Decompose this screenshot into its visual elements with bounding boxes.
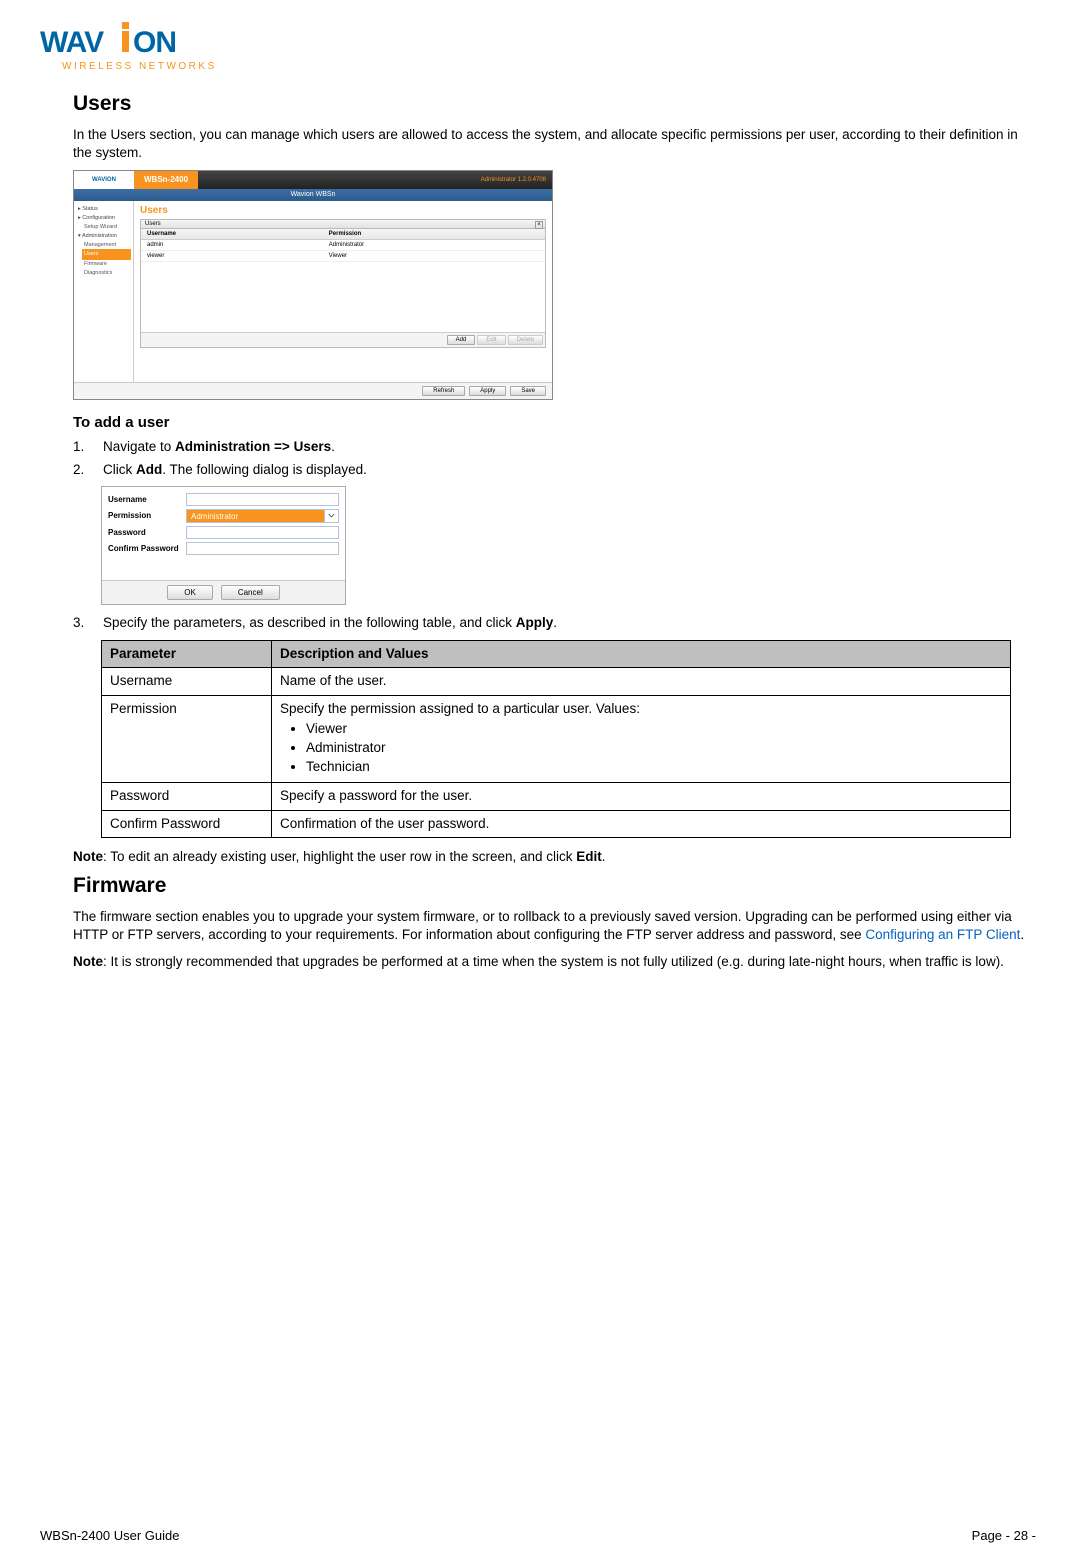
- sidebar-item-status[interactable]: ▸ Status: [76, 205, 131, 214]
- footer-right: Page - 28 -: [972, 1528, 1036, 1543]
- sidebar-item-config[interactable]: ▸ Configuration: [76, 214, 131, 223]
- permission-value: Administrator: [187, 510, 324, 522]
- edit-button[interactable]: Edit: [477, 335, 505, 345]
- permission-label: Permission: [108, 511, 186, 520]
- sidebar-item-firmware[interactable]: Firmware: [76, 260, 131, 269]
- password-input[interactable]: [186, 526, 339, 539]
- confirm-password-input[interactable]: [186, 542, 339, 555]
- col-header-username: Username: [141, 229, 323, 239]
- col-header-permission: Permission: [323, 229, 545, 239]
- sidebar-item-setupwizard[interactable]: Setup Wizard: [76, 223, 131, 232]
- th-parameter: Parameter: [102, 641, 272, 668]
- users-intro: In the Users section, you can manage whi…: [73, 126, 1036, 162]
- table-row: Confirm Password Confirmation of the use…: [102, 810, 1011, 837]
- step-3: 3.Specify the parameters, as described i…: [73, 613, 1036, 633]
- table-row[interactable]: admin Administrator: [141, 240, 545, 251]
- username-label: Username: [108, 495, 186, 504]
- username-input[interactable]: [186, 493, 339, 506]
- add-user-heading: To add a user: [73, 414, 1036, 431]
- firmware-heading: Firmware: [73, 874, 1036, 898]
- confirm-password-label: Confirm Password: [108, 544, 186, 553]
- table-row[interactable]: viewer Viewer: [141, 251, 545, 262]
- paneltab-label: Users: [145, 221, 161, 227]
- ftp-link[interactable]: Configuring an FTP Client: [865, 927, 1020, 942]
- table-row: Username Name of the user.: [102, 668, 1011, 695]
- svg-text:ON: ON: [133, 26, 176, 59]
- shot1-logo: WAVION: [74, 171, 134, 189]
- panel-title: Users: [140, 205, 546, 216]
- firmware-body: The firmware section enables you to upgr…: [73, 908, 1036, 944]
- parameter-table: Parameter Description and Values Usernam…: [101, 640, 1011, 838]
- password-label: Password: [108, 528, 186, 537]
- sidebar-item-management[interactable]: Management: [76, 241, 131, 250]
- footer-left: WBSn-2400 User Guide: [40, 1528, 179, 1543]
- table-row: Password Specify a password for the user…: [102, 783, 1011, 810]
- ok-button[interactable]: OK: [167, 585, 213, 600]
- users-heading: Users: [73, 92, 1036, 116]
- step-2: 2.Click Add. The following dialog is dis…: [73, 460, 1036, 480]
- shot1-sidebar: ▸ Status ▸ Configuration Setup Wizard ▾ …: [74, 201, 134, 399]
- cancel-button[interactable]: Cancel: [221, 585, 280, 600]
- permission-select[interactable]: Administrator: [186, 509, 339, 523]
- close-icon[interactable]: ×: [535, 221, 543, 229]
- chevron-down-icon: [324, 510, 338, 522]
- sidebar-item-diagnostics[interactable]: Diagnostics: [76, 269, 131, 278]
- brand-logo: WAV ON WIRELESS NETWORKS: [40, 22, 1036, 78]
- delete-button[interactable]: Delete: [508, 335, 543, 345]
- svg-text:WIRELESS NETWORKS: WIRELESS NETWORKS: [62, 61, 217, 72]
- add-user-dialog: Username Permission Administrator Passwo…: [101, 486, 346, 605]
- users-screenshot: WAVION WBSn-2400 Administrator 1.2.0.470…: [73, 170, 553, 400]
- table-row: Permission Specify the permission assign…: [102, 695, 1011, 783]
- step-1: 1.Navigate to Administration => Users.: [73, 437, 1036, 457]
- sidebar-item-users[interactable]: Users: [82, 249, 131, 260]
- add-button[interactable]: Add: [447, 335, 476, 345]
- shot1-titlebar: Wavion WBSn: [74, 189, 552, 201]
- shot1-admininfo: Administrator 1.2.0.4708: [481, 177, 552, 183]
- refresh-button[interactable]: Refresh: [422, 386, 465, 396]
- note-firmware: Note: It is strongly recommended that up…: [73, 953, 1036, 971]
- shot1-breadcrumb: WBSn-2400: [134, 171, 198, 189]
- sidebar-item-admin[interactable]: ▾ Administration: [76, 232, 131, 241]
- apply-button[interactable]: Apply: [469, 386, 506, 396]
- th-description: Description and Values: [272, 641, 1011, 668]
- note-edit: Note: To edit an already existing user, …: [73, 848, 1036, 866]
- save-button[interactable]: Save: [510, 386, 546, 396]
- svg-text:WAV: WAV: [40, 26, 104, 59]
